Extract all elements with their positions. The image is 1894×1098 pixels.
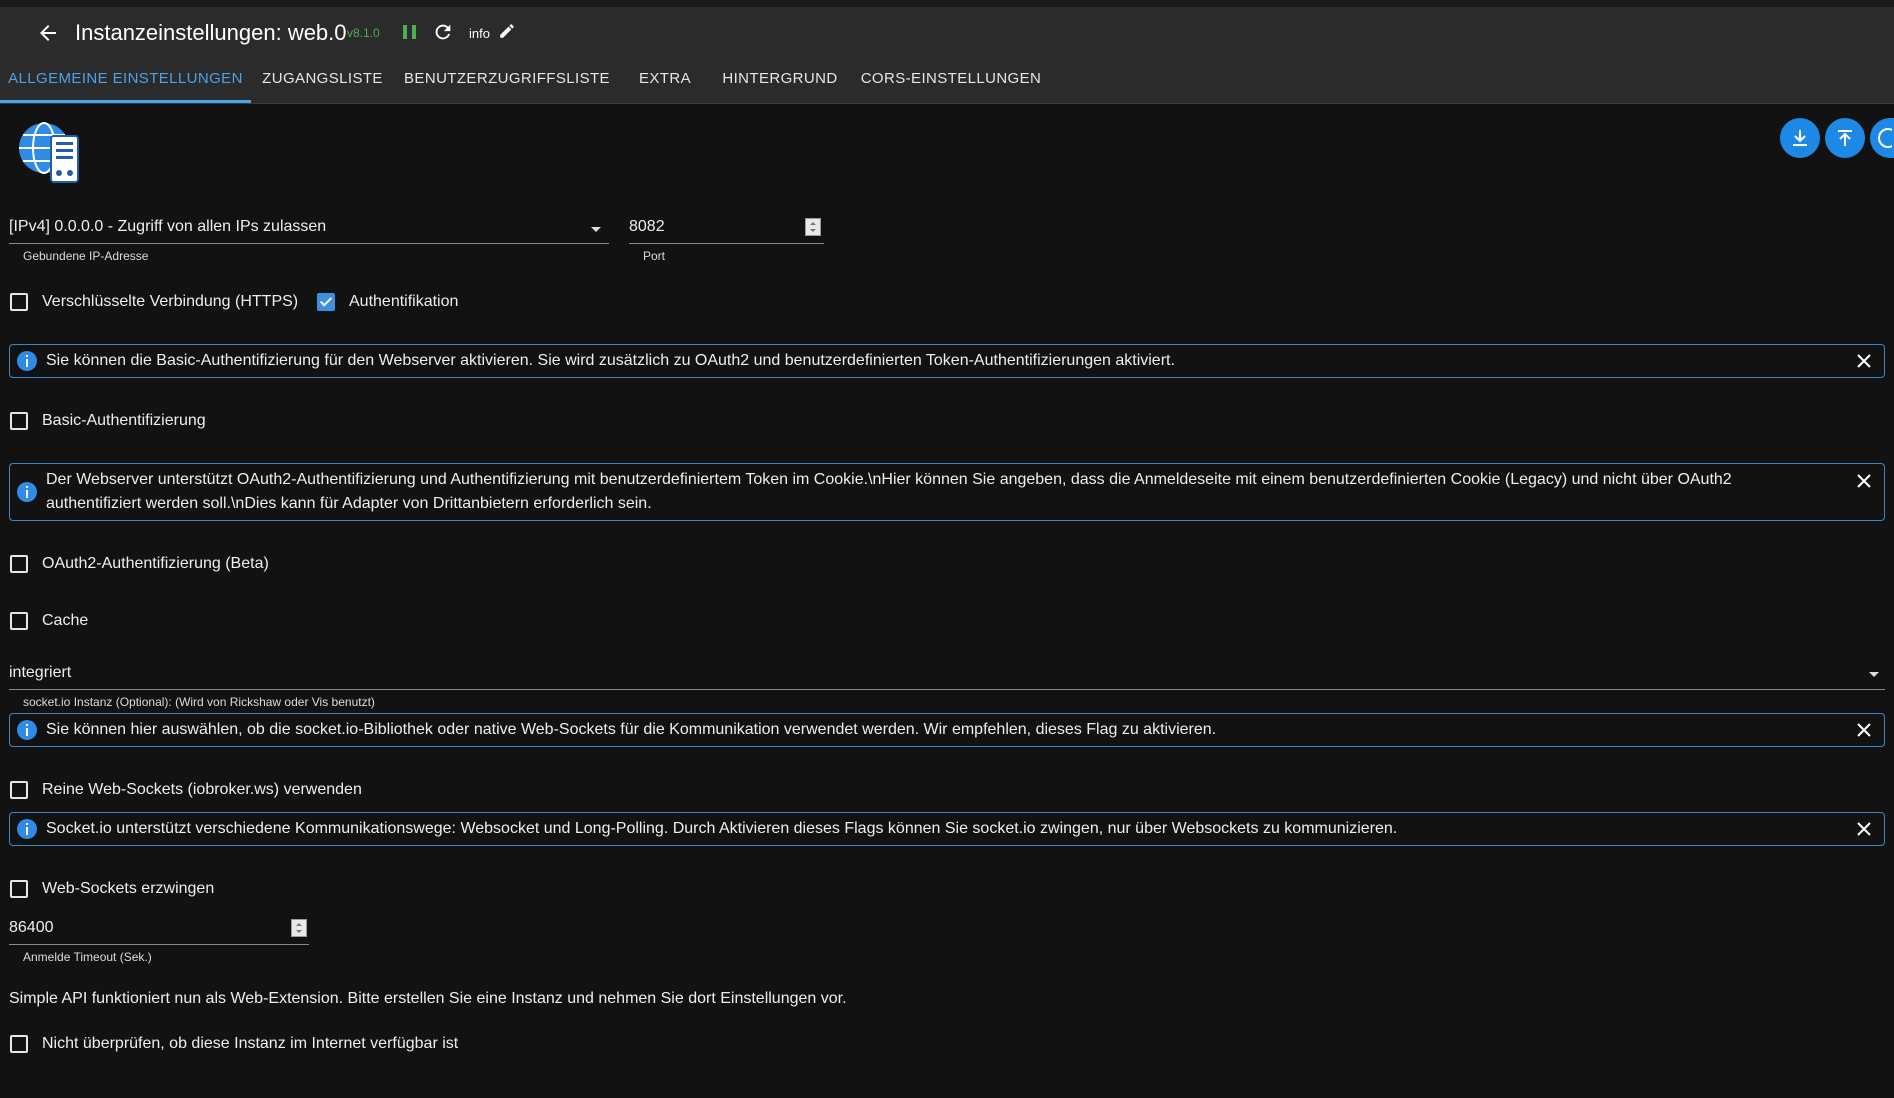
- log-level-label: info: [469, 26, 490, 41]
- timeout-label: Anmelde Timeout (Sek.): [23, 950, 152, 964]
- active-tab-indicator: [0, 100, 251, 103]
- title-bar: Instanzeinstellungen: web.0 v8.1.0 info: [0, 7, 1894, 55]
- socketio-underline: [9, 689, 1885, 690]
- oauth2-checkbox[interactable]: OAuth2-Authentifizierung (Beta): [10, 555, 269, 573]
- timeout-value: 86400: [9, 919, 54, 936]
- force-ws-label: Web-Sockets erzwingen: [42, 880, 215, 897]
- info-socket-text: Sie können hier auswählen, ob die socket…: [46, 721, 1217, 738]
- close-icon[interactable]: [1854, 819, 1874, 839]
- force-ws-checkbox[interactable]: Web-Sockets erzwingen: [10, 880, 214, 898]
- info-icon: [17, 720, 37, 740]
- window-top-strip: [0, 0, 1894, 7]
- version-badge: v8.1.0: [347, 26, 380, 40]
- help-icon: [1878, 128, 1892, 148]
- pure-ws-label: Reine Web-Sockets (iobroker.ws) verwende…: [42, 781, 362, 798]
- port-label: Port: [643, 249, 666, 263]
- bind-ip-label: Gebundene IP-Adresse: [23, 249, 149, 263]
- no-check-checkbox[interactable]: Nicht überprüfen, ob diese Instanz im In…: [10, 1035, 458, 1053]
- auth-checkbox-box[interactable]: [317, 293, 335, 311]
- cache-checkbox-box[interactable]: [10, 612, 28, 630]
- bind-ip-value: [IPv4] 0.0.0.0 - Zugriff von allen IPs z…: [9, 218, 327, 235]
- tab-extra[interactable]: EXTRA: [620, 55, 710, 103]
- info-alert-basic-auth: Sie können die Basic-Authentifizierung f…: [9, 344, 1885, 378]
- cache-checkbox[interactable]: Cache: [10, 612, 88, 630]
- no-check-label: Nicht überprüfen, ob diese Instanz im In…: [42, 1035, 459, 1052]
- info-icon: [17, 351, 37, 371]
- force-ws-checkbox-box[interactable]: [10, 880, 28, 898]
- socketio-select[interactable]: integriert socket.io Instanz (Optional):…: [9, 664, 1885, 712]
- timeout-input[interactable]: 86400 Anmelde Timeout (Sek.): [9, 919, 309, 969]
- timeout-underline: [9, 944, 309, 945]
- tab-zugangsliste[interactable]: ZUGANGSLISTE: [252, 55, 393, 103]
- info-alert-socket: Sie können hier auswählen, ob die socket…: [9, 713, 1885, 747]
- info-icon: [17, 482, 37, 502]
- back-arrow-icon[interactable]: [36, 21, 60, 45]
- basic-auth-checkbox-box[interactable]: [10, 412, 28, 430]
- close-icon[interactable]: [1854, 471, 1874, 491]
- web-adapter-logo-icon: [19, 122, 79, 183]
- port-input[interactable]: 8082 Port: [629, 218, 824, 268]
- pure-ws-checkbox[interactable]: Reine Web-Sockets (iobroker.ws) verwende…: [10, 781, 362, 799]
- settings-tabs: ALLGEMEINE EINSTELLUNGEN ZUGANGSLISTE BE…: [0, 55, 1894, 103]
- download-icon: [1793, 130, 1807, 146]
- info-oauth-text: Der Webserver unterstützt OAuth2-Authent…: [46, 471, 1732, 512]
- info-icon: [17, 819, 37, 839]
- bind-ip-select[interactable]: [IPv4] 0.0.0.0 - Zugriff von allen IPs z…: [9, 218, 609, 268]
- simple-api-note: Simple API funktioniert nun als Web-Exte…: [9, 990, 847, 1007]
- info-basic-text: Sie können die Basic-Authentifizierung f…: [46, 352, 1175, 369]
- https-checkbox-box[interactable]: [10, 293, 28, 311]
- oauth2-label: OAuth2-Authentifizierung (Beta): [42, 555, 269, 572]
- port-stepper[interactable]: [805, 218, 821, 236]
- pure-ws-checkbox-box[interactable]: [10, 781, 28, 799]
- tab-cors-einstellungen[interactable]: CORS-EINSTELLUNGEN: [854, 55, 1048, 103]
- info-force-text: Socket.io unterstützt verschiedene Kommu…: [46, 820, 1398, 837]
- basic-auth-label: Basic-Authentifizierung: [42, 412, 206, 429]
- auth-checkbox[interactable]: Authentifikation: [317, 293, 458, 311]
- upload-button[interactable]: [1825, 118, 1865, 158]
- https-checkbox[interactable]: Verschlüsselte Verbindung (HTTPS): [10, 293, 298, 311]
- https-label: Verschlüsselte Verbindung (HTTPS): [42, 293, 299, 310]
- info-alert-oauth: Der Webserver unterstützt OAuth2-Authent…: [9, 463, 1885, 521]
- pause-icon[interactable]: [400, 22, 420, 42]
- cache-label: Cache: [42, 612, 89, 629]
- close-icon[interactable]: [1854, 351, 1874, 371]
- port-value: 8082: [629, 218, 665, 235]
- tab-benutzerzugriffsliste[interactable]: BENUTZERZUGRIFFSLISTE: [399, 55, 615, 103]
- bind-ip-underline: [9, 243, 609, 244]
- port-underline: [629, 243, 824, 244]
- timeout-stepper[interactable]: [291, 919, 307, 937]
- tab-hintergrund[interactable]: HINTERGRUND: [712, 55, 848, 103]
- oauth2-checkbox-box[interactable]: [10, 555, 28, 573]
- socketio-label: socket.io Instanz (Optional): (Wird von …: [23, 695, 375, 709]
- app-header: Instanzeinstellungen: web.0 v8.1.0 info …: [0, 7, 1894, 104]
- no-check-checkbox-box[interactable]: [10, 1035, 28, 1053]
- basic-auth-checkbox[interactable]: Basic-Authentifizierung: [10, 412, 206, 430]
- info-alert-force-ws: Socket.io unterstützt verschiedene Kommu…: [9, 812, 1885, 846]
- download-button[interactable]: [1780, 118, 1820, 158]
- chevron-down-icon: [1869, 672, 1879, 677]
- page-title: Instanzeinstellungen: web.0: [75, 20, 347, 45]
- auth-label: Authentifikation: [349, 293, 459, 310]
- tab-allgemeine-einstellungen[interactable]: ALLGEMEINE EINSTELLUNGEN: [0, 55, 251, 103]
- close-icon[interactable]: [1854, 720, 1874, 740]
- edit-pencil-icon[interactable]: [498, 22, 516, 40]
- help-button[interactable]: [1870, 118, 1894, 158]
- socketio-value: integriert: [9, 664, 72, 681]
- upload-icon: [1838, 130, 1852, 146]
- chevron-down-icon: [591, 227, 601, 232]
- reload-icon[interactable]: [432, 21, 454, 43]
